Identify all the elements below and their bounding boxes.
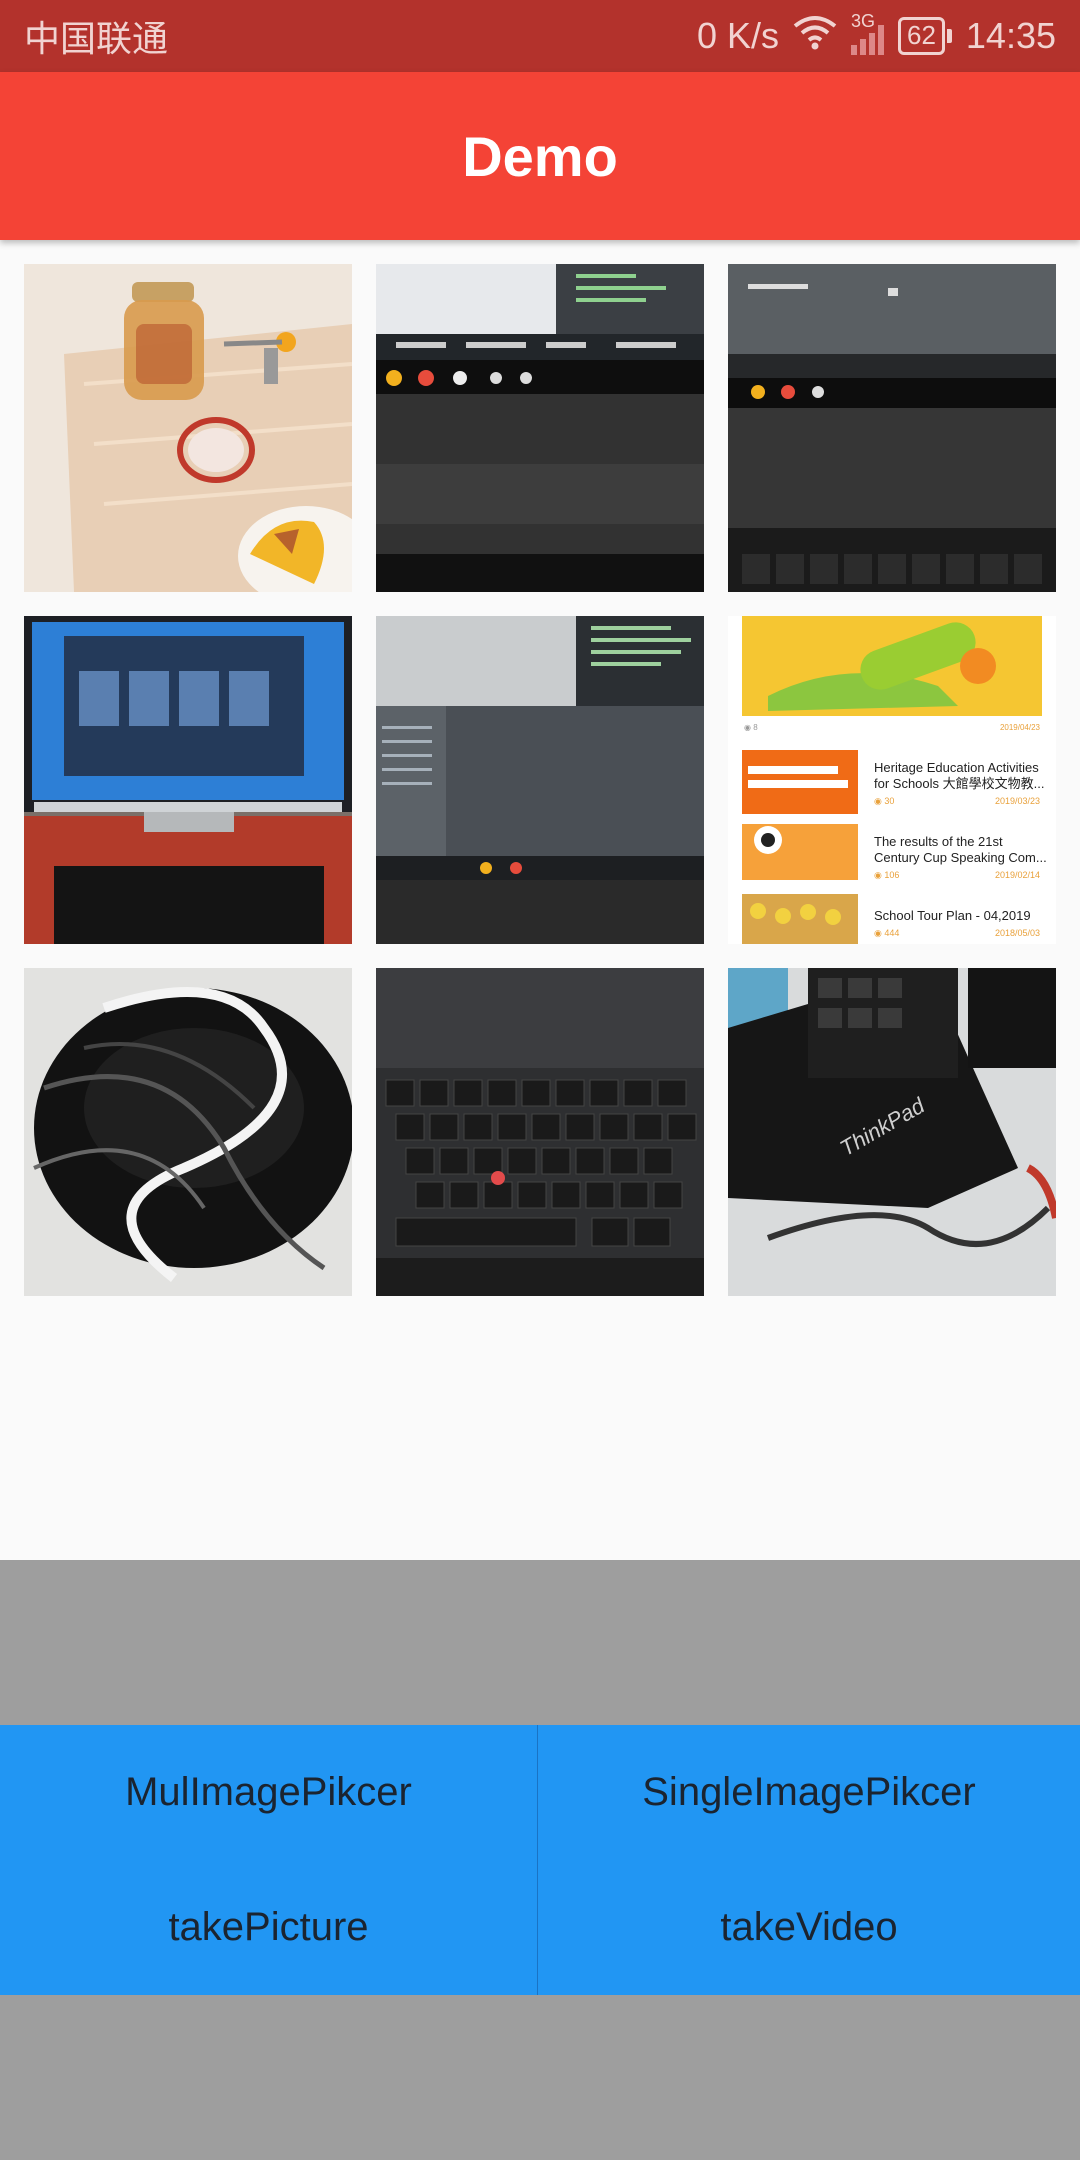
svg-text:Century Cup Speaking Com...: Century Cup Speaking Com... (874, 850, 1047, 865)
thinkpad-lid-photo: ThinkPad (728, 968, 1056, 1296)
single-image-picker-button[interactable]: SingleImagePikcer (538, 1725, 1080, 1860)
image-tile-laptop-keyboard[interactable] (728, 264, 1056, 592)
image-tile-monitor[interactable] (24, 616, 352, 944)
battery-icon: 62 (897, 17, 952, 55)
news-feed-screenshot: ◉ 8 2019/04/23 Heritage Education Activi… (728, 616, 1056, 944)
news-item1-date: 2019/03/23 (995, 796, 1040, 806)
image-tile-laptop-ide-closeup[interactable] (376, 616, 704, 944)
svg-text:Heritage Education Activities: Heritage Education Activities (874, 760, 1039, 775)
news-item3-date: 2018/05/03 (995, 928, 1040, 938)
page-title: Demo (462, 124, 618, 188)
image-grid: ◉ 8 2019/04/23 Heritage Education Activi… (24, 264, 1056, 1296)
news-top-date: 2019/04/23 (1000, 723, 1041, 732)
monitor-desktop-photo (24, 616, 352, 944)
take-picture-button[interactable]: takePicture (0, 1860, 537, 1995)
svg-text:School Tour Plan - 04,2019: School Tour Plan - 04,2019 (874, 908, 1031, 923)
network-speed: 0 K/s (696, 15, 779, 56)
laptop-keyboard-screen-photo (728, 264, 1056, 592)
take-video-button[interactable]: takeVideo (538, 1860, 1080, 1995)
black-cables-photo (24, 968, 352, 1296)
laptop-screen-ide-photo (376, 264, 704, 592)
image-tile-thinkpad-keyboard[interactable] (376, 968, 704, 1296)
image-tile-news-feed[interactable]: ◉ 8 2019/04/23 Heritage Education Activi… (728, 616, 1056, 944)
carrier-label: 中国联通 (24, 18, 169, 59)
mul-image-picker-button[interactable]: MulImagePikcer (0, 1725, 537, 1860)
svg-text:The results of the 21st: The results of the 21st (874, 834, 1003, 849)
laptop-ide-closeup-photo (376, 616, 704, 944)
picker-button-panel: MulImagePikcer SingleImagePikcer takePic… (0, 1725, 1080, 1995)
svg-text:◉ 106: ◉ 106 (874, 870, 899, 880)
battery-level: 62 (897, 17, 945, 55)
wifi-icon (793, 14, 837, 59)
image-tile-cables[interactable] (24, 968, 352, 1296)
svg-text:◉ 444: ◉ 444 (874, 928, 899, 938)
image-tile-thinkpad-lid[interactable]: ThinkPad (728, 968, 1056, 1296)
network-type: 3G (850, 11, 875, 31)
svg-text:◉ 8: ◉ 8 (744, 723, 758, 732)
status-icons: 0 K/s 3G 62 14:35 (696, 11, 1056, 59)
thinkpad-keyboard-photo (376, 968, 704, 1296)
news-item2-views: 106 (884, 870, 899, 880)
news-item3-views: 444 (884, 928, 899, 938)
image-tile-jar-keys-food[interactable] (24, 264, 352, 592)
svg-text:◉ 30: ◉ 30 (874, 796, 894, 806)
news-item1-views: 30 (884, 796, 894, 806)
svg-text:for Schools 大館學校文物教...: for Schools 大館學校文物教... (874, 776, 1044, 791)
signal-icon: 3G (850, 11, 884, 55)
image-tile-laptop-ide[interactable] (376, 264, 704, 592)
clock: 14:35 (965, 15, 1056, 56)
news-item2-date: 2019/02/14 (995, 870, 1040, 880)
jar-keys-food-photo (24, 264, 352, 592)
app-bar: Demo (0, 72, 1080, 240)
status-bar: 中国联通 0 K/s 3G 62 14:35 (0, 0, 1080, 72)
